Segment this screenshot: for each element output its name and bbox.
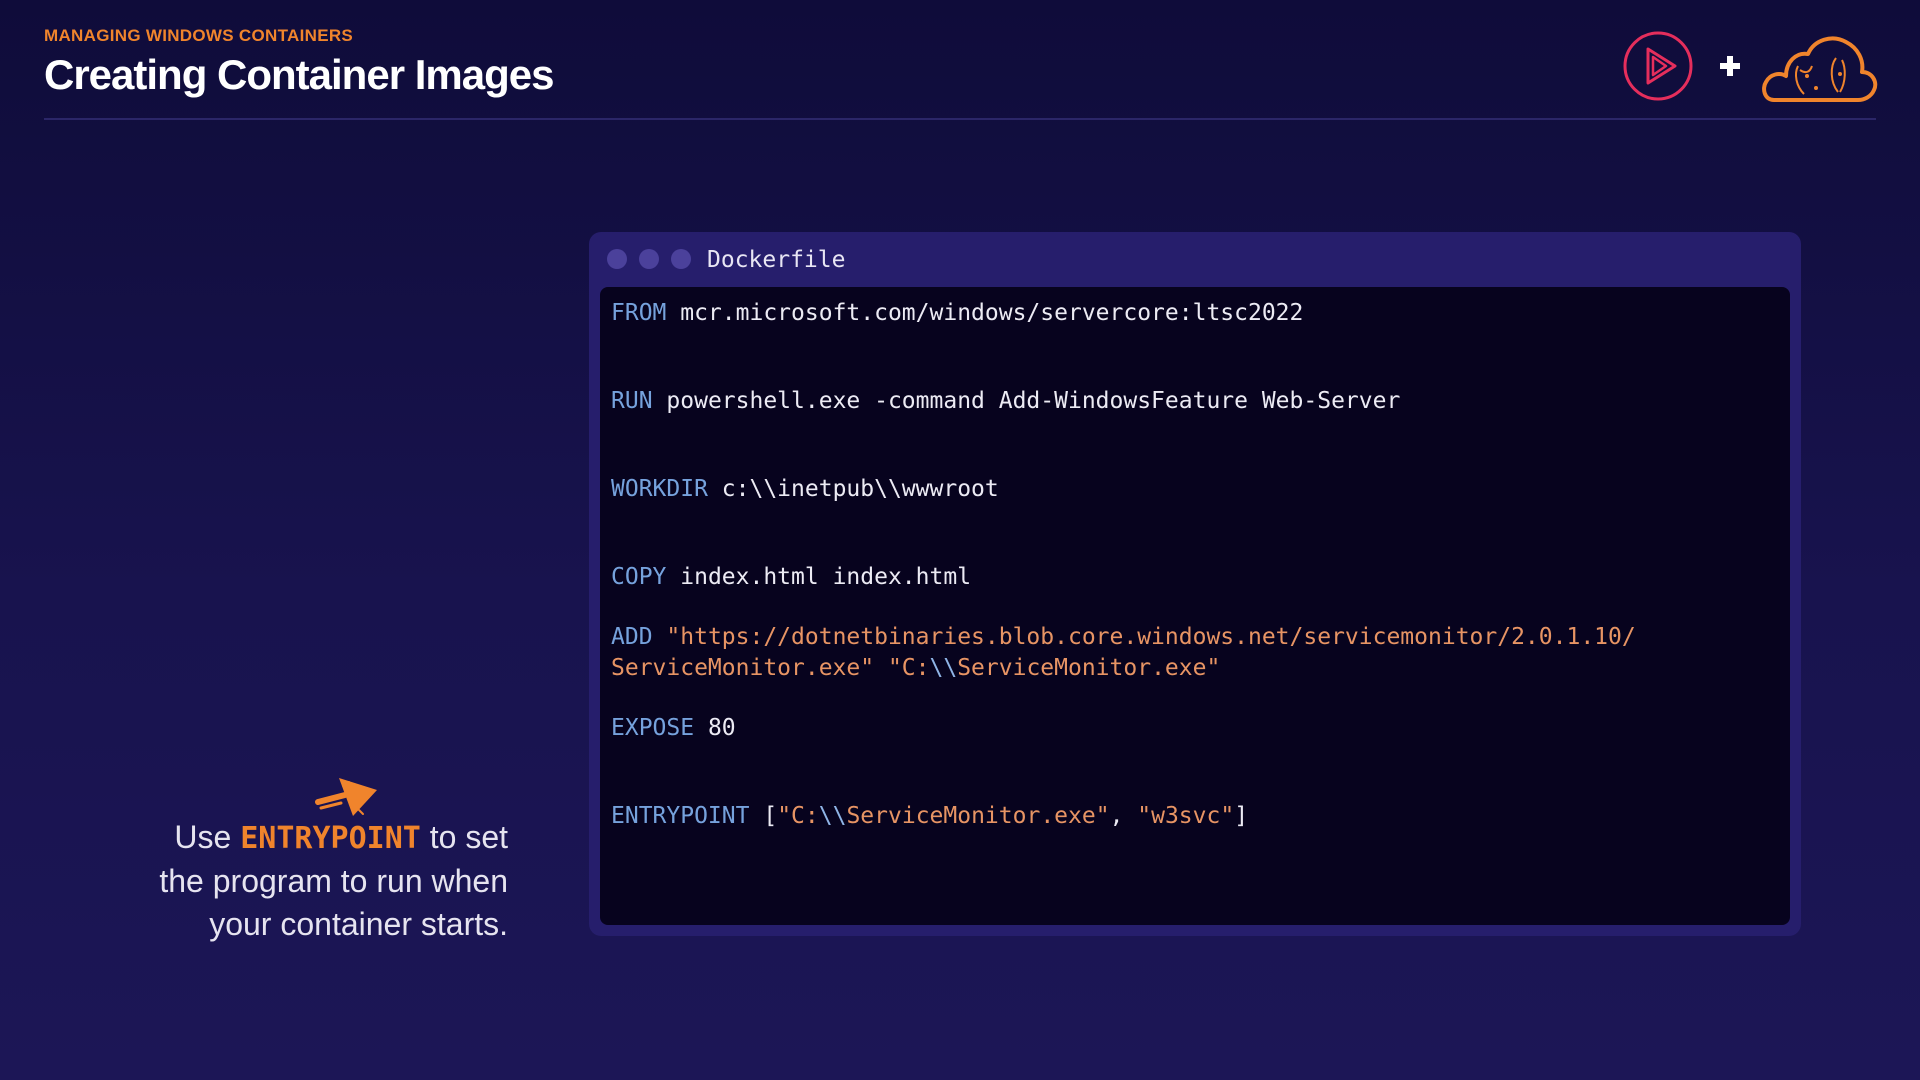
expose-port: 80: [707, 715, 736, 741]
window-titlebar: Dockerfile: [589, 232, 1801, 286]
keyword-expose: EXPOSE: [611, 715, 695, 741]
window-title: Dockerfile: [707, 247, 846, 273]
caption-text-line3: your container starts.: [209, 906, 508, 942]
keyword-from: FROM: [611, 300, 667, 326]
code-line-add-continued: ServiceMonitor.exe" "C:\\ServiceMonitor.…: [611, 653, 1220, 684]
entrypoint-exe-prefix: "C:: [777, 803, 819, 829]
plus-icon: [1720, 56, 1740, 76]
slide-title: Creating Container Images: [44, 51, 554, 98]
array-open-bracket: [: [763, 803, 778, 829]
keyword-entrypoint: ENTRYPOINT: [611, 803, 750, 829]
arrow-icon: [315, 778, 377, 816]
array-separator: ,: [1109, 803, 1138, 829]
code-line-entrypoint: ENTRYPOINT ["C:\\ServiceMonitor.exe", "w…: [611, 801, 1248, 832]
add-source-filename: ServiceMonitor.exe" "C:: [611, 655, 930, 681]
add-destination: ServiceMonitor.exe": [957, 655, 1221, 681]
keyword-run: RUN: [611, 388, 653, 414]
slide-caption: Use ENTRYPOINT to set the program to run …: [60, 816, 508, 946]
copy-argument: index.html index.html: [680, 564, 972, 590]
header-divider: [44, 118, 1876, 120]
keyword-add: ADD: [611, 624, 653, 650]
keyword-workdir: WORKDIR: [611, 476, 708, 502]
cloud-logo-icon: [1762, 36, 1878, 102]
dockerfile-window: Dockerfile FROM mcr.microsoft.com/window…: [589, 232, 1801, 936]
entrypoint-escape-sequence: \\: [818, 803, 847, 829]
code-line-add: ADD "https://dotnetbinaries.blob.core.wi…: [611, 622, 1636, 653]
slide-header: MANAGING WINDOWS CONTAINERS Creating Con…: [44, 25, 554, 101]
code-line-copy: COPY index.html index.html: [611, 562, 971, 593]
caption-highlight-entrypoint: ENTRYPOINT: [240, 821, 421, 856]
window-control-dot: [639, 249, 659, 269]
code-line-from: FROM mcr.microsoft.com/windows/servercor…: [611, 298, 1303, 329]
caption-text-line1-end: to set: [420, 819, 508, 855]
workdir-argument: c:\\inetpub\\wwwroot: [721, 476, 999, 502]
logo-lockup: [1620, 30, 1880, 110]
keyword-copy: COPY: [611, 564, 667, 590]
window-control-dot: [671, 249, 691, 269]
caption-text-line2: the program to run when: [159, 863, 508, 899]
array-close-bracket: ]: [1234, 803, 1249, 829]
code-line-expose: EXPOSE 80: [611, 713, 736, 744]
add-source-url: "https://dotnetbinaries.blob.core.window…: [666, 624, 1636, 650]
add-escape-sequence: \\: [929, 655, 958, 681]
play-logo-icon: [1623, 31, 1693, 101]
entrypoint-service-arg: "w3svc": [1137, 803, 1235, 829]
caption-text-start: Use: [174, 819, 241, 855]
entrypoint-exe-name: ServiceMonitor.exe": [846, 803, 1110, 829]
window-control-dot: [607, 249, 627, 269]
from-argument: mcr.microsoft.com/windows/servercore:lts…: [680, 300, 1304, 326]
code-line-run: RUN powershell.exe -command Add-WindowsF…: [611, 386, 1400, 417]
code-editor: FROM mcr.microsoft.com/windows/servercor…: [600, 287, 1790, 925]
course-module-label: MANAGING WINDOWS CONTAINERS: [44, 26, 354, 45]
code-line-workdir: WORKDIR c:\\inetpub\\wwwroot: [611, 474, 999, 505]
run-argument: powershell.exe -command Add-WindowsFeatu…: [666, 388, 1401, 414]
